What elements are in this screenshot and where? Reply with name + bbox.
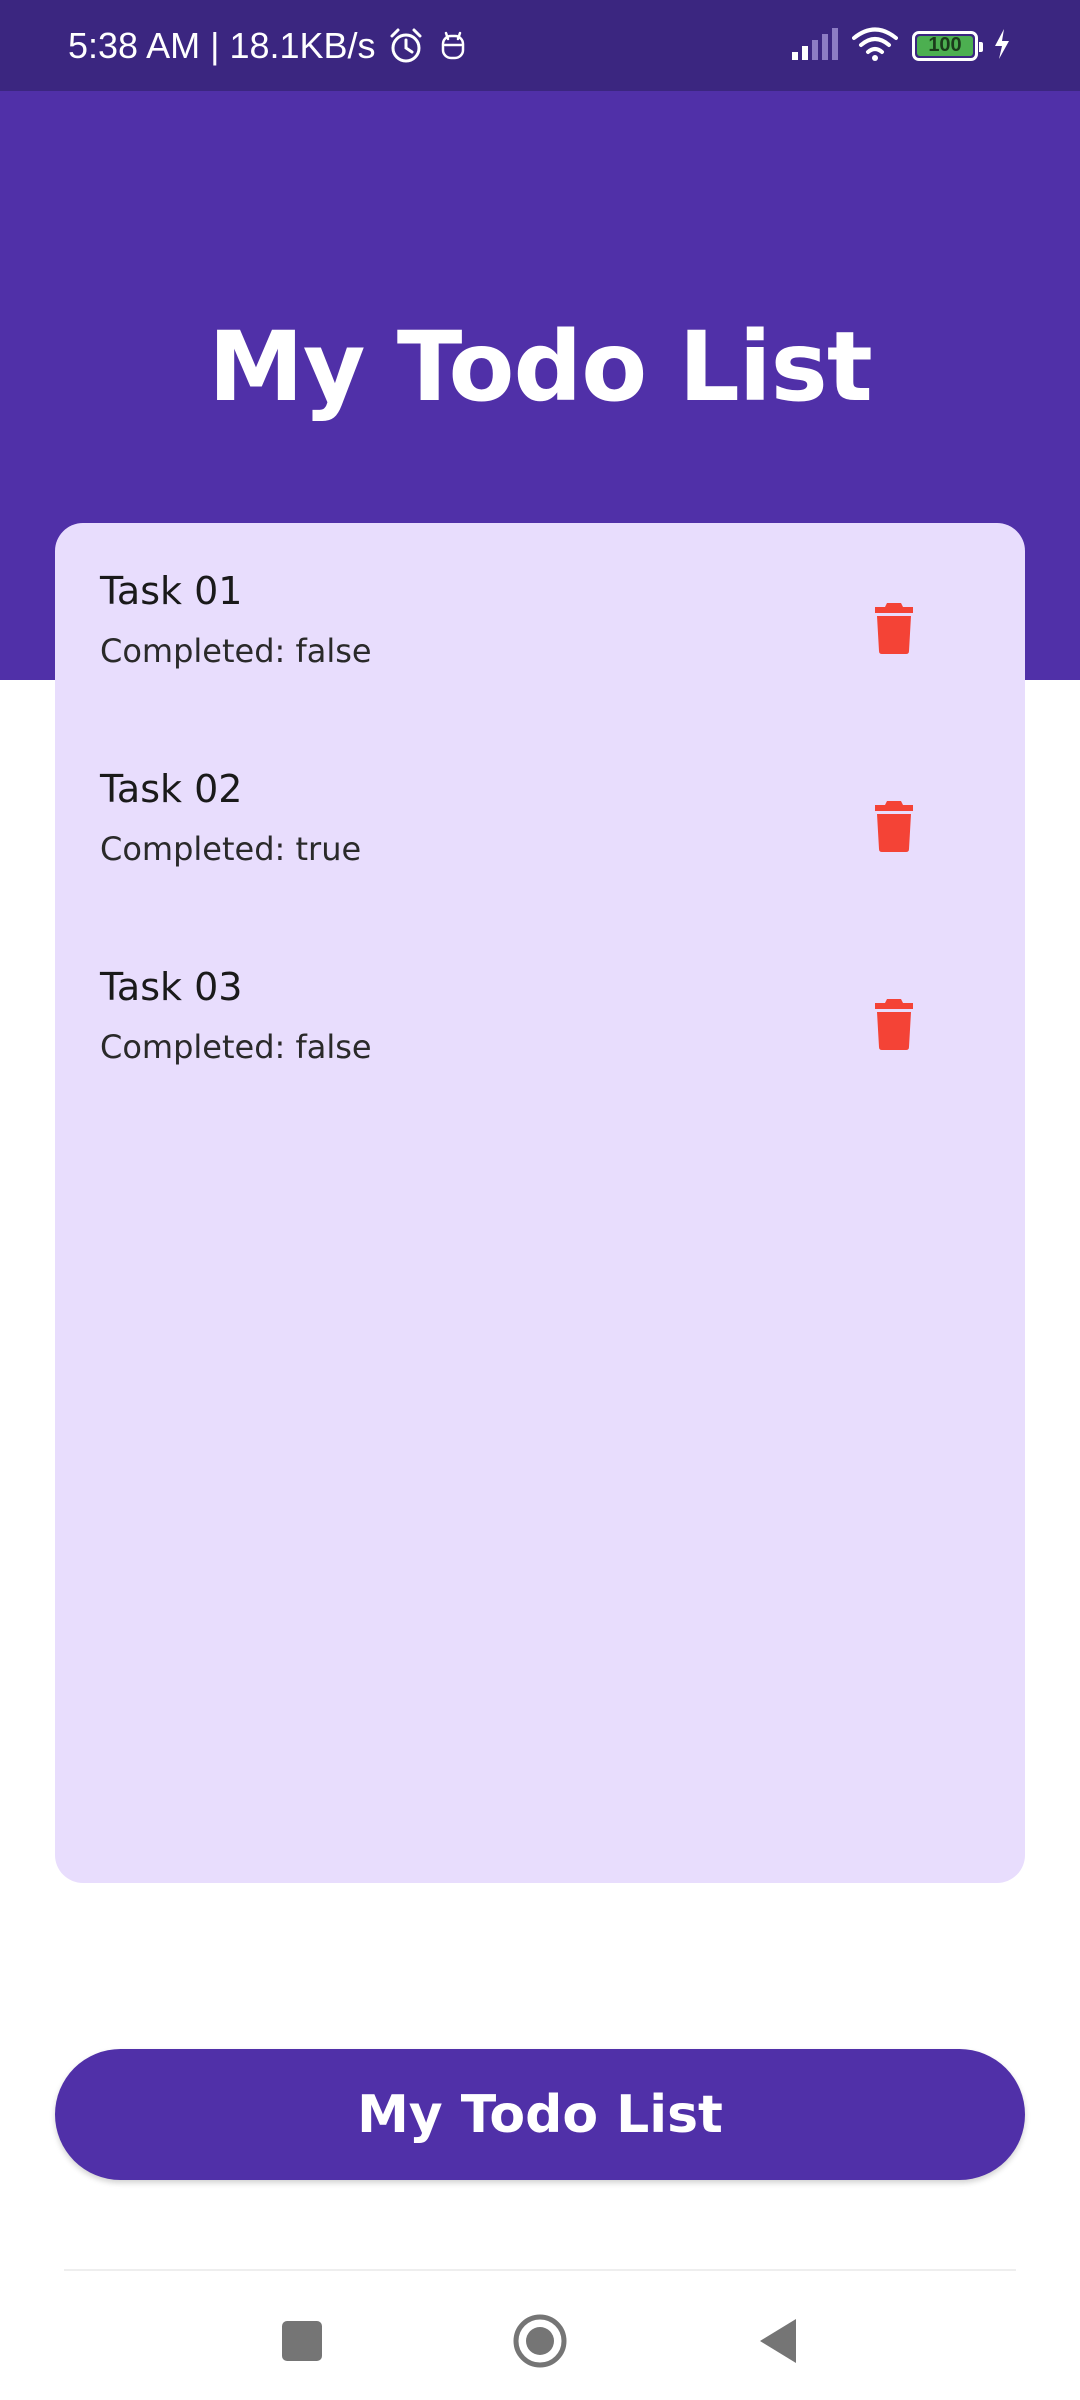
circle-icon (513, 2314, 567, 2368)
status-right: 100 (790, 0, 1012, 91)
delete-task-button[interactable] (863, 989, 925, 1059)
back-button[interactable] (748, 2311, 808, 2371)
task-item: Task 02 Completed: true (55, 721, 1025, 881)
charging-icon (992, 28, 1012, 64)
delete-task-button[interactable] (863, 791, 925, 861)
trash-icon (875, 999, 913, 1050)
wifi-icon (852, 27, 898, 65)
trash-icon (875, 801, 913, 852)
system-nav-bar (0, 2271, 1080, 2400)
task-title: Task 02 (100, 767, 243, 811)
battery-tip (979, 41, 983, 52)
task-status: Completed: true (100, 830, 362, 868)
alarm-icon (386, 26, 426, 66)
status-time-speed: 5:38 AM | 18.1KB/s (68, 24, 376, 66)
task-title: Task 01 (100, 569, 243, 613)
battery-icon: 100 (912, 30, 983, 61)
task-status: Completed: false (100, 1028, 372, 1066)
page-title: My Todo List (208, 311, 872, 423)
my-todo-list-button[interactable]: My Todo List (55, 2049, 1025, 2180)
task-title: Task 03 (100, 965, 243, 1009)
recents-button[interactable] (272, 2311, 332, 2371)
status-left: 5:38 AM | 18.1KB/s (68, 0, 470, 91)
home-button[interactable] (510, 2311, 570, 2371)
task-item: Task 01 Completed: false (55, 523, 1025, 683)
triangle-back-icon (760, 2319, 796, 2363)
task-list-card: Task 01 Completed: false Task 02 Complet… (55, 523, 1025, 1883)
square-icon (282, 2321, 322, 2361)
signal-icon (790, 27, 838, 64)
status-bar: 5:38 AM | 18.1KB/s 100 (0, 0, 1080, 91)
trash-icon (875, 603, 913, 654)
task-item: Task 03 Completed: false (55, 919, 1025, 1079)
notification-icon (436, 26, 470, 66)
task-status: Completed: false (100, 632, 372, 670)
battery-level: 100 (928, 34, 962, 56)
delete-task-button[interactable] (863, 593, 925, 663)
